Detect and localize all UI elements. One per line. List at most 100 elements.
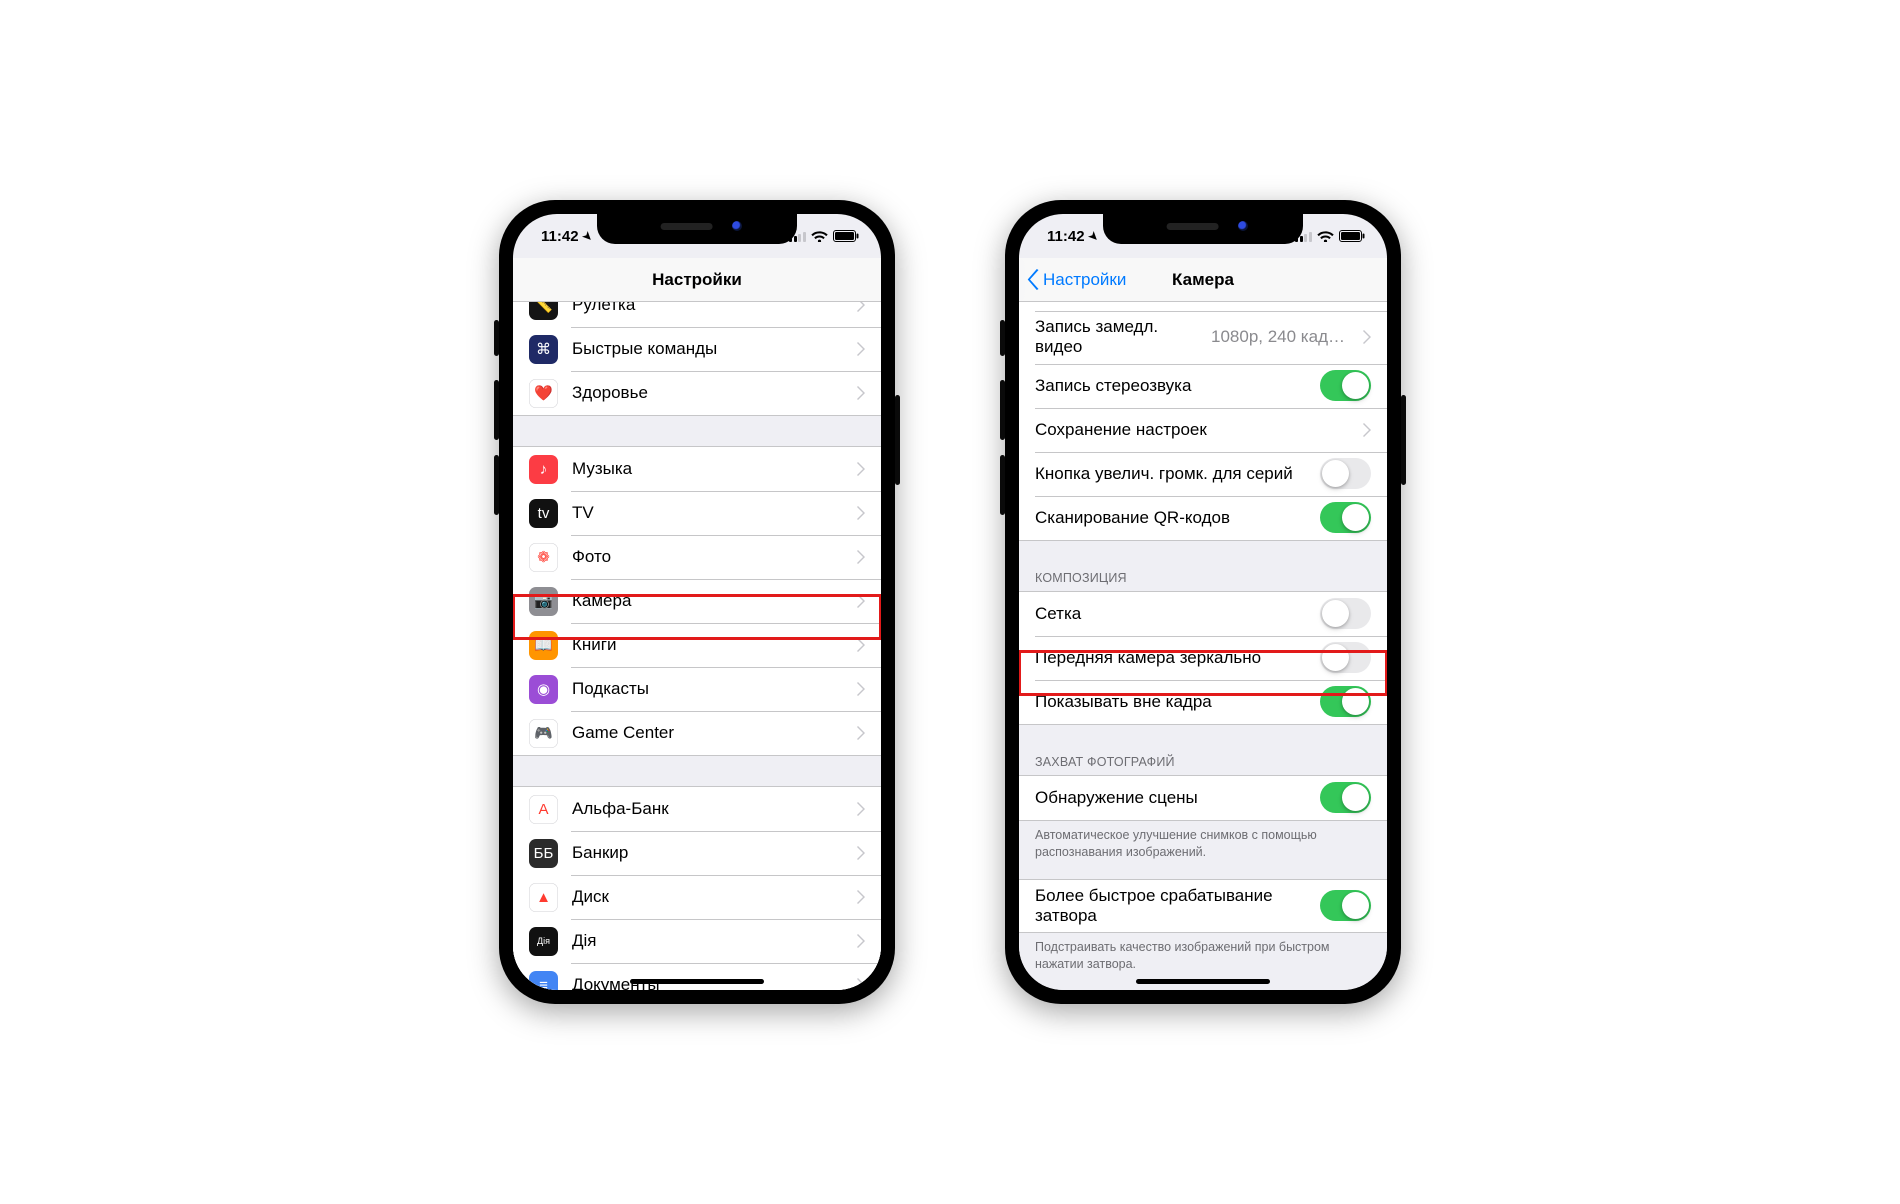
- row-label: Книги: [572, 635, 843, 655]
- gamecenter-icon: 🎮: [529, 719, 558, 748]
- wifi-icon: [811, 230, 828, 242]
- row-label: Диск: [572, 887, 843, 907]
- row-label: Подкасты: [572, 679, 843, 699]
- settings-row-music[interactable]: ♪ Музыка: [513, 447, 881, 491]
- home-indicator: [630, 979, 764, 984]
- toggle-switch[interactable]: [1320, 642, 1371, 673]
- chevron-right-icon: [857, 506, 865, 520]
- chevron-right-icon: [857, 638, 865, 652]
- chevron-right-icon: [857, 462, 865, 476]
- chevron-right-icon: [857, 934, 865, 948]
- row-label: Рулетка: [572, 302, 843, 315]
- row-label: Сетка: [1035, 604, 1306, 624]
- row-label: Здоровье: [572, 383, 843, 403]
- camera-row-qr-scan[interactable]: Сканирование QR-кодов: [1019, 496, 1387, 540]
- chevron-right-icon: [857, 682, 865, 696]
- camera-row-scene-detect[interactable]: Обнаружение сцены: [1019, 776, 1387, 820]
- toggle-switch[interactable]: [1320, 458, 1371, 489]
- photos-icon: ❁: [529, 543, 558, 572]
- settings-row-disk[interactable]: ▲ Диск: [513, 875, 881, 919]
- chevron-right-icon: [857, 594, 865, 608]
- settings-row-gamecenter[interactable]: 🎮 Game Center: [513, 711, 881, 755]
- row-label: Сканирование QR-кодов: [1035, 508, 1306, 528]
- settings-row-podcasts[interactable]: ◉ Подкасты: [513, 667, 881, 711]
- row-label: Банкир: [572, 843, 843, 863]
- camera-row-preserve-settings[interactable]: Сохранение настроек: [1019, 408, 1387, 452]
- settings-content[interactable]: 📏 Рулетка ⌘ Быстрые команды ❤️ Здоровье …: [513, 302, 881, 990]
- chevron-right-icon: [857, 978, 865, 990]
- settings-row-bankir[interactable]: ББ Банкир: [513, 831, 881, 875]
- chevron-right-icon: [857, 802, 865, 816]
- home-indicator: [1136, 979, 1270, 984]
- camera-row-stereo[interactable]: Запись стереозвука: [1019, 364, 1387, 408]
- settings-row-books[interactable]: 📖 Книги: [513, 623, 881, 667]
- toggle-switch[interactable]: [1320, 890, 1371, 921]
- chevron-right-icon: [857, 302, 865, 312]
- camera-settings-content[interactable]: Запись видео 4K, 30 кадр/с Запись замедл…: [1019, 302, 1387, 990]
- settings-row-alfa[interactable]: A Альфа-Банк: [513, 787, 881, 831]
- alfa-icon: A: [529, 795, 558, 824]
- tv-icon: tv: [529, 499, 558, 528]
- row-label: Обнаружение сцены: [1035, 788, 1306, 808]
- toggle-switch[interactable]: [1320, 686, 1371, 717]
- nav-bar: Настройки Камера: [1019, 258, 1387, 302]
- settings-row-ruler[interactable]: 📏 Рулетка: [513, 302, 881, 327]
- section-footer-shutter: Подстраивать качество изображений при бы…: [1019, 933, 1387, 975]
- camera-row-slomo-record[interactable]: Запись замедл. видео 1080p, 240 кад…: [1019, 311, 1387, 364]
- nav-bar: Настройки: [513, 258, 881, 302]
- nav-title: Камера: [1172, 270, 1234, 290]
- phone-right: 11:42 ➤ Настройки Камера: [1005, 200, 1401, 1004]
- settings-row-photos[interactable]: ❁ Фото: [513, 535, 881, 579]
- row-label: Фото: [572, 547, 843, 567]
- battery-icon: [1339, 230, 1365, 242]
- chevron-right-icon: [857, 386, 865, 400]
- row-label: Кнопка увелич. громк. для серий: [1035, 464, 1306, 484]
- status-time: 11:42: [541, 228, 579, 245]
- row-label: Запись стереозвука: [1035, 376, 1306, 396]
- camera-row-video-record[interactable]: Запись видео 4K, 30 кадр/с: [1019, 302, 1387, 311]
- chevron-right-icon: [857, 550, 865, 564]
- camera-row-volume-burst[interactable]: Кнопка увелич. громк. для серий: [1019, 452, 1387, 496]
- settings-row-shortcuts[interactable]: ⌘ Быстрые команды: [513, 327, 881, 371]
- camera-row-show-outside-frame[interactable]: Показывать вне кадра: [1019, 680, 1387, 724]
- row-label: Запись замедл. видео: [1035, 317, 1197, 358]
- settings-row-docs[interactable]: ≡ Документы: [513, 963, 881, 990]
- camera-row-mirror-front[interactable]: Передняя камера зеркально: [1019, 636, 1387, 680]
- toggle-switch[interactable]: [1320, 370, 1371, 401]
- row-label: Альфа-Банк: [572, 799, 843, 819]
- notch: [597, 214, 797, 244]
- toggle-switch[interactable]: [1320, 502, 1371, 533]
- settings-row-health[interactable]: ❤️ Здоровье: [513, 371, 881, 415]
- back-label: Настройки: [1043, 270, 1126, 290]
- settings-row-camera[interactable]: 📷 Камера: [513, 579, 881, 623]
- chevron-right-icon: [1363, 423, 1371, 437]
- settings-row-diia[interactable]: Дія Дія: [513, 919, 881, 963]
- row-label: Сохранение настроек: [1035, 420, 1349, 440]
- row-label: Музыка: [572, 459, 843, 479]
- shortcuts-icon: ⌘: [529, 335, 558, 364]
- settings-row-tv[interactable]: tv TV: [513, 491, 881, 535]
- health-icon: ❤️: [529, 379, 558, 408]
- location-icon: ➤: [579, 228, 595, 244]
- battery-icon: [833, 230, 859, 242]
- row-label: Быстрые команды: [572, 339, 843, 359]
- section-header-capture: ЗАХВАТ ФОТОГРАФИЙ: [1019, 747, 1387, 775]
- books-icon: 📖: [529, 631, 558, 660]
- toggle-switch[interactable]: [1320, 598, 1371, 629]
- phone-left: 11:42 ➤ Настройки 📏 Рулетка ⌘ Быстр: [499, 200, 895, 1004]
- camera-row-fast-shutter[interactable]: Более быстрое срабатывание затвора: [1019, 880, 1387, 933]
- row-label: Показывать вне кадра: [1035, 692, 1306, 712]
- podcasts-icon: ◉: [529, 675, 558, 704]
- camera-row-grid[interactable]: Сетка: [1019, 592, 1387, 636]
- disk-icon: ▲: [529, 883, 558, 912]
- status-time: 11:42: [1047, 228, 1085, 245]
- back-button[interactable]: Настройки: [1027, 258, 1126, 301]
- chevron-right-icon: [1363, 330, 1371, 344]
- toggle-switch[interactable]: [1320, 782, 1371, 813]
- row-label: TV: [572, 503, 843, 523]
- chevron-right-icon: [857, 846, 865, 860]
- section-header-composition: КОМПОЗИЦИЯ: [1019, 563, 1387, 591]
- row-label: Камера: [572, 591, 843, 611]
- nav-title: Настройки: [652, 270, 742, 290]
- wifi-icon: [1317, 230, 1334, 242]
